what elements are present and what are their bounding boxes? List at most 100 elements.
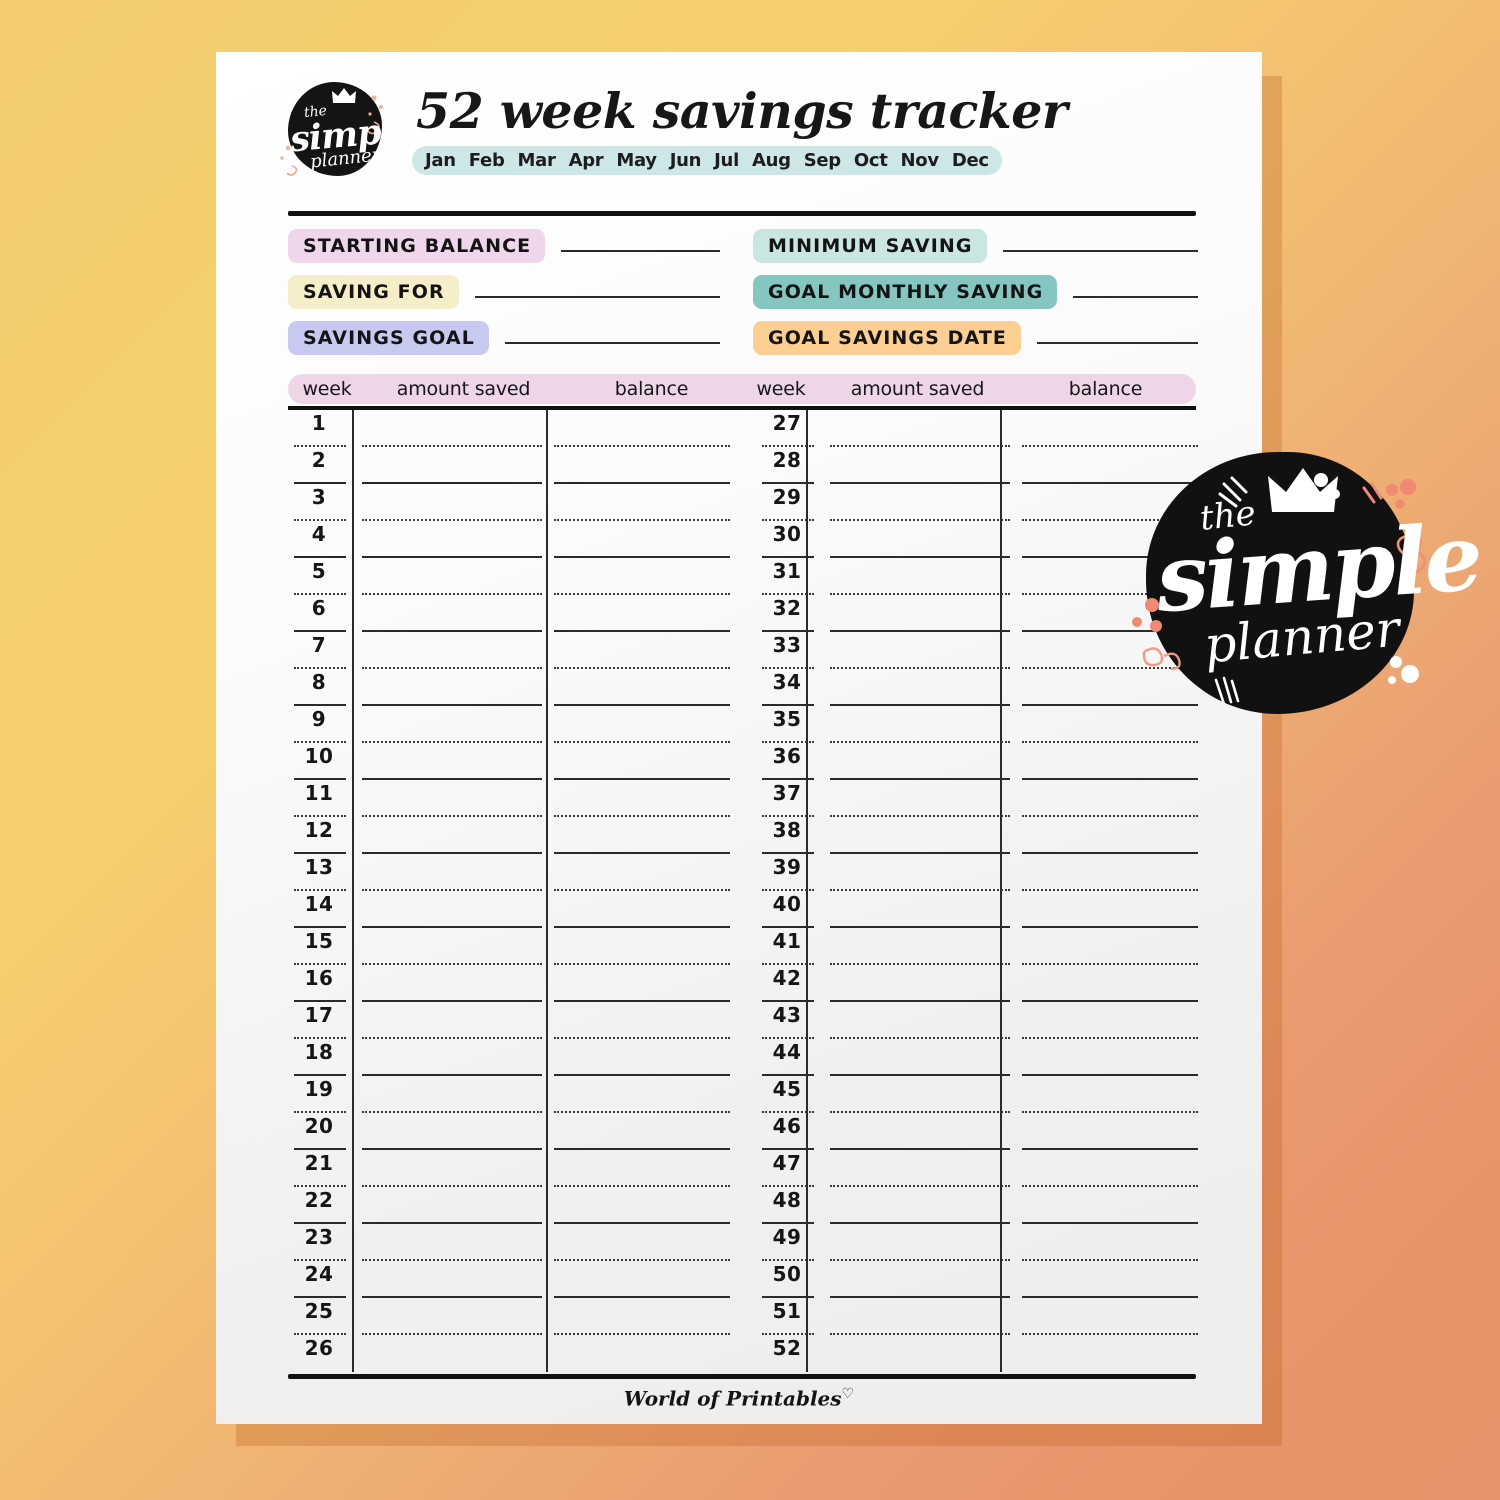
table-row: 40 xyxy=(756,891,1198,928)
week-number: 15 xyxy=(304,929,334,953)
month-dec: Dec xyxy=(951,150,989,171)
field-label-goal-savings-date: GOAL SAVINGS DATE xyxy=(753,321,1021,355)
field-minimum-saving: MINIMUM SAVING xyxy=(753,226,1198,266)
table-row: 52 xyxy=(756,1335,1196,1372)
table-row: 48 xyxy=(756,1187,1198,1224)
month-mar: Mar xyxy=(517,150,556,171)
week-number: 46 xyxy=(772,1114,802,1138)
table-row: 8 xyxy=(288,669,742,706)
table-row: 26 xyxy=(288,1335,742,1372)
week-number: 48 xyxy=(772,1188,802,1212)
week-number: 19 xyxy=(304,1077,334,1101)
column-header-amount-right: amount saved xyxy=(850,378,985,400)
month-feb: Feb xyxy=(468,150,505,171)
month-jul: Jul xyxy=(714,150,739,171)
table-row: 1 xyxy=(288,410,742,447)
week-number: 31 xyxy=(772,559,802,583)
field-saving-for: SAVING FOR xyxy=(288,272,720,312)
page-title: 52 week savings tracker xyxy=(416,82,1068,140)
table-row: 16 xyxy=(288,965,742,1002)
week-number: 51 xyxy=(772,1299,802,1323)
week-number: 25 xyxy=(304,1299,334,1323)
week-number: 5 xyxy=(311,559,327,583)
field-input-minimum-saving[interactable] xyxy=(1002,249,1198,252)
week-number: 23 xyxy=(304,1225,334,1249)
week-number: 7 xyxy=(311,633,327,657)
month-sep: Sep xyxy=(803,150,841,171)
table-row: 24 xyxy=(288,1261,742,1298)
table-row: 9 xyxy=(288,706,742,743)
table-row: 36 xyxy=(756,743,1198,780)
week-number: 40 xyxy=(772,892,802,916)
week-number: 32 xyxy=(772,596,802,620)
field-input-starting-balance[interactable] xyxy=(561,249,720,252)
week-number: 3 xyxy=(311,485,327,509)
week-number: 44 xyxy=(772,1040,802,1064)
field-input-saving-for[interactable] xyxy=(474,295,720,298)
table-row: 49 xyxy=(756,1224,1198,1261)
page-header: the simple planner 52 week savings track… xyxy=(216,52,1262,202)
column-header-week-right: week xyxy=(756,378,806,400)
printable-sheet: the simple planner 52 week savings track… xyxy=(216,52,1262,1424)
field-label-goal-monthly-saving: GOAL MONTHLY SAVING xyxy=(753,275,1058,309)
heart-icon: ♡ xyxy=(841,1386,855,1402)
week-number: 8 xyxy=(311,670,327,694)
table-row: 45 xyxy=(756,1076,1198,1113)
week-number: 20 xyxy=(304,1114,334,1138)
table-row: 6 xyxy=(288,595,742,632)
table-row: 43 xyxy=(756,1002,1198,1039)
week-number: 21 xyxy=(304,1151,334,1175)
week-number: 10 xyxy=(304,744,334,768)
week-number: 38 xyxy=(772,818,802,842)
table-row: 17 xyxy=(288,1002,742,1039)
month-aug: Aug xyxy=(751,150,791,171)
week-number: 36 xyxy=(772,744,802,768)
week-number: 22 xyxy=(304,1188,334,1212)
week-number: 28 xyxy=(772,448,802,472)
table-row: 7 xyxy=(288,632,742,669)
field-input-goal-monthly-saving[interactable] xyxy=(1073,295,1198,298)
month-may: May xyxy=(616,150,657,171)
table-header-row: week amount saved balance week amount sa… xyxy=(288,374,1196,404)
week-number: 41 xyxy=(772,929,802,953)
month-apr: Apr xyxy=(568,150,604,171)
table-row: 37 xyxy=(756,780,1198,817)
week-number: 2 xyxy=(311,448,327,472)
week-number: 45 xyxy=(772,1077,802,1101)
week-number: 12 xyxy=(304,818,334,842)
table-row: 38 xyxy=(756,817,1198,854)
table-row: 13 xyxy=(288,854,742,891)
footer: World of Printables♡ xyxy=(216,1386,1262,1411)
week-number: 29 xyxy=(772,485,802,509)
week-number: 43 xyxy=(772,1003,802,1027)
crown-icon xyxy=(332,88,356,103)
table-row: 42 xyxy=(756,965,1198,1002)
field-label-minimum-saving: MINIMUM SAVING xyxy=(753,229,987,263)
field-input-savings-goal[interactable] xyxy=(504,341,720,344)
table-row: 21 xyxy=(288,1150,742,1187)
column-separator xyxy=(546,410,548,1372)
week-number: 50 xyxy=(772,1262,802,1286)
field-label-saving-for: SAVING FOR xyxy=(288,275,459,309)
field-input-goal-savings-date[interactable] xyxy=(1036,341,1198,344)
table-column-left: 1 2 3 4 5 6 7 8 9 10 11 12 13 14 15 16 17 18 19 20 21 22 23 24 2… xyxy=(288,410,742,1372)
field-label-starting-balance: STARTING BALANCE xyxy=(288,229,546,263)
week-number: 9 xyxy=(311,707,327,731)
header-divider xyxy=(288,211,1196,216)
table-row: 19 xyxy=(288,1076,742,1113)
week-number: 24 xyxy=(304,1262,334,1286)
week-number: 4 xyxy=(311,522,327,546)
table-row: 41 xyxy=(756,928,1198,965)
column-separator xyxy=(806,410,808,1372)
table-row: 44 xyxy=(756,1039,1198,1076)
footer-text: World of Printables xyxy=(623,1386,842,1411)
month-nov: Nov xyxy=(900,150,940,171)
week-number: 47 xyxy=(772,1151,802,1175)
column-header-week-left: week xyxy=(302,378,352,400)
week-number: 17 xyxy=(304,1003,334,1027)
field-goal-monthly-saving: GOAL MONTHLY SAVING xyxy=(753,272,1198,312)
table-row: 20 xyxy=(288,1113,742,1150)
week-number: 35 xyxy=(772,707,802,731)
month-jun: Jun xyxy=(669,150,702,171)
column-separator xyxy=(1000,410,1002,1372)
